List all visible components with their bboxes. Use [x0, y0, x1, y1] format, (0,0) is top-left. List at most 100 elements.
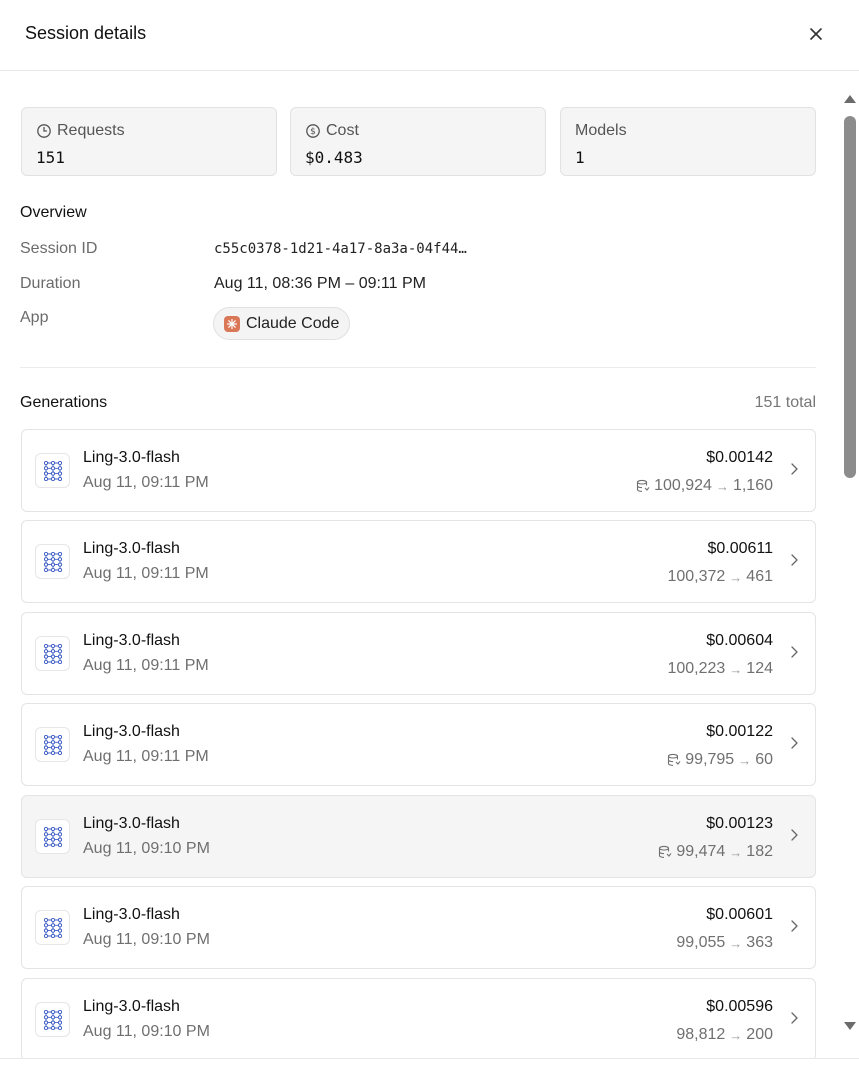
arrow-right-icon: →	[729, 1027, 743, 1043]
generation-time: Aug 11, 09:11 PM	[83, 748, 209, 765]
generation-time: Aug 11, 09:10 PM	[83, 1023, 210, 1040]
generation-model: Ling-3.0-flash	[83, 449, 180, 466]
generation-tokens: 99,795 → 60	[667, 751, 773, 769]
cost-value: $0.483	[305, 148, 363, 167]
generation-cost: $0.00596	[706, 998, 773, 1015]
generation-row[interactable]: Ling-3.0-flash Aug 11, 09:11 PM $0.00122…	[21, 703, 816, 786]
generation-row[interactable]: Ling-3.0-flash Aug 11, 09:11 PM $0.00604…	[21, 612, 816, 695]
chevron-right-icon	[791, 737, 798, 749]
models-value: 1	[575, 148, 585, 167]
footer-divider	[0, 1058, 859, 1059]
app-chip[interactable]: Claude Code	[213, 307, 351, 340]
section-divider	[20, 367, 816, 368]
arrow-right-icon: →	[729, 935, 743, 951]
generation-row[interactable]: Ling-3.0-flash Aug 11, 09:10 PM $0.00123…	[21, 795, 816, 878]
generation-time: Aug 11, 09:11 PM	[83, 474, 209, 491]
generation-time: Aug 11, 09:10 PM	[83, 931, 210, 948]
modal-title: Session details	[25, 23, 147, 43]
vertical-scrollbar[interactable]	[841, 92, 859, 1037]
generation-model: Ling-3.0-flash	[83, 906, 180, 923]
cache-icon	[659, 845, 672, 858]
output-tokens: 461	[746, 568, 773, 585]
output-tokens: 1,160	[732, 477, 773, 494]
input-tokens: 99,474	[676, 843, 726, 860]
input-tokens: 100,372	[667, 568, 726, 585]
model-icon	[35, 1002, 70, 1037]
generation-model: Ling-3.0-flash	[83, 998, 180, 1015]
generation-row[interactable]: Ling-3.0-flash Aug 11, 09:10 PM $0.00601…	[21, 886, 816, 969]
model-icon	[35, 910, 70, 945]
generations-heading: Generations	[20, 394, 108, 411]
generation-row[interactable]: Ling-3.0-flash Aug 11, 09:10 PM $0.00596…	[21, 978, 816, 1058]
models-stat-card: Models 1	[560, 107, 816, 176]
duration-label: Duration	[20, 275, 81, 292]
generation-cost: $0.00142	[706, 449, 773, 466]
generation-tokens: 100,372 → 461	[667, 568, 773, 586]
requests-value: 151	[36, 148, 65, 167]
scroll-down-arrow[interactable]	[841, 1021, 859, 1035]
svg-text:$: $	[310, 127, 316, 137]
cache-icon	[637, 479, 650, 492]
chevron-right-icon	[791, 1012, 798, 1024]
models-label: Models	[575, 122, 627, 139]
scrollbar-thumb[interactable]	[844, 116, 856, 478]
chevron-right-icon	[791, 920, 798, 932]
generation-model: Ling-3.0-flash	[83, 815, 180, 832]
dollar-circle-icon: $	[306, 124, 320, 138]
close-icon	[810, 28, 822, 40]
arrow-right-icon: →	[729, 661, 743, 677]
generation-tokens: 100,223 → 124	[667, 660, 773, 678]
duration-value: Aug 11, 08:36 PM – 09:11 PM	[214, 275, 426, 292]
generation-row[interactable]: Ling-3.0-flash Aug 11, 09:11 PM $0.00611…	[21, 520, 816, 603]
generation-time: Aug 11, 09:11 PM	[83, 565, 209, 582]
input-tokens: 99,795	[685, 751, 735, 768]
generation-tokens: 99,055 → 363	[676, 934, 773, 952]
generation-tokens: 98,812 → 200	[676, 1026, 773, 1044]
claude-logo-icon	[224, 315, 240, 332]
generation-model: Ling-3.0-flash	[83, 632, 180, 649]
cost-label: Cost	[326, 122, 359, 139]
generation-tokens: 100,924 → 1,160	[636, 477, 773, 495]
requests-label: Requests	[57, 122, 125, 139]
output-tokens: 60	[755, 751, 773, 768]
generations-count: 151 total	[754, 394, 816, 411]
chevron-right-icon	[791, 829, 798, 841]
modal-content[interactable]: Requests 151 $ Cost $0.483 Models 1 Over…	[0, 71, 859, 1058]
arrow-right-icon: →	[729, 844, 743, 860]
generation-cost: $0.00604	[706, 632, 773, 649]
chevron-right-icon	[791, 554, 798, 566]
close-button[interactable]	[804, 22, 828, 46]
generation-cost: $0.00123	[706, 815, 773, 832]
generation-model: Ling-3.0-flash	[83, 723, 180, 740]
generation-row[interactable]: Ling-3.0-flash Aug 11, 09:11 PM $0.00142…	[21, 429, 816, 512]
generation-model: Ling-3.0-flash	[83, 540, 180, 557]
input-tokens: 100,223	[667, 660, 726, 677]
output-tokens: 124	[746, 660, 773, 677]
output-tokens: 182	[746, 843, 773, 860]
modal-header: Session details	[0, 0, 859, 71]
arrow-right-icon: →	[715, 478, 729, 494]
model-icon	[35, 727, 70, 762]
session-id-label: Session ID	[20, 240, 98, 257]
cache-icon	[668, 753, 681, 766]
model-icon	[35, 544, 70, 579]
generation-cost: $0.00601	[706, 906, 773, 923]
scroll-up-arrow[interactable]	[841, 94, 859, 108]
generation-time: Aug 11, 09:10 PM	[83, 840, 210, 857]
output-tokens: 363	[746, 934, 773, 951]
app-label: App	[20, 309, 49, 326]
chevron-right-icon	[791, 646, 798, 658]
input-tokens: 99,055	[676, 934, 726, 951]
generation-time: Aug 11, 09:11 PM	[83, 657, 209, 674]
model-icon	[35, 636, 70, 671]
input-tokens: 100,924	[654, 477, 712, 494]
input-tokens: 98,812	[676, 1026, 726, 1043]
arrow-right-icon: →	[738, 752, 752, 768]
requests-stat-card: Requests 151	[21, 107, 277, 176]
chevron-right-icon	[791, 463, 798, 475]
session-id-value[interactable]: c55c0378-1d21-4a17-8a3a-04f44…	[214, 241, 467, 257]
generation-cost: $0.00611	[707, 540, 773, 557]
app-name: Claude Code	[246, 314, 340, 332]
arrow-right-icon: →	[729, 569, 743, 585]
generation-tokens: 99,474 → 182	[658, 843, 773, 861]
